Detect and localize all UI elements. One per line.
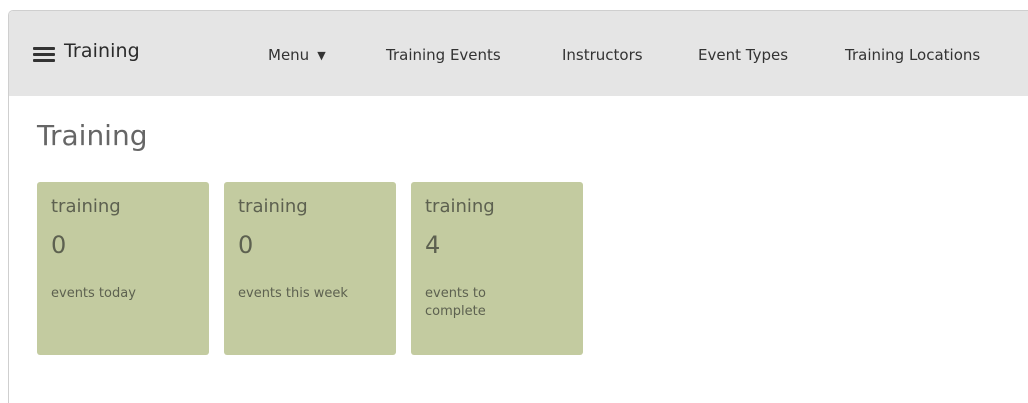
card-count: 0 <box>51 231 67 259</box>
top-navbar: Training Menu ▼ Training Events Instructo… <box>9 11 1028 96</box>
nav-link-instructors[interactable]: Instructors <box>562 46 643 64</box>
menu-label: Menu <box>268 46 310 64</box>
app-window: Training Menu ▼ Training Events Instructo… <box>8 10 1028 403</box>
nav-link-training-events[interactable]: Training Events <box>386 46 501 64</box>
card-heading: training <box>238 196 308 217</box>
stat-card-events-this-week[interactable]: training 0 events this week <box>224 182 396 355</box>
brand-title[interactable]: Training <box>64 40 140 62</box>
menu-dropdown[interactable]: Menu ▼ <box>268 46 326 64</box>
card-caption: events this week <box>238 286 348 301</box>
caret-down-icon: ▼ <box>317 49 326 62</box>
nav-link-event-types[interactable]: Event Types <box>698 46 788 64</box>
stat-card-events-today[interactable]: training 0 events today <box>37 182 209 355</box>
card-count: 4 <box>425 231 441 259</box>
nav-link-training-locations[interactable]: Training Locations <box>845 46 980 64</box>
card-count: 0 <box>238 231 254 259</box>
card-heading: training <box>425 196 495 217</box>
card-heading: training <box>51 196 121 217</box>
card-caption: events to complete <box>425 286 486 319</box>
hamburger-menu-icon[interactable] <box>33 47 55 63</box>
stat-card-events-to-complete[interactable]: training 4 events to complete <box>411 182 583 355</box>
card-caption: events today <box>51 286 136 301</box>
page-title: Training <box>37 119 148 152</box>
